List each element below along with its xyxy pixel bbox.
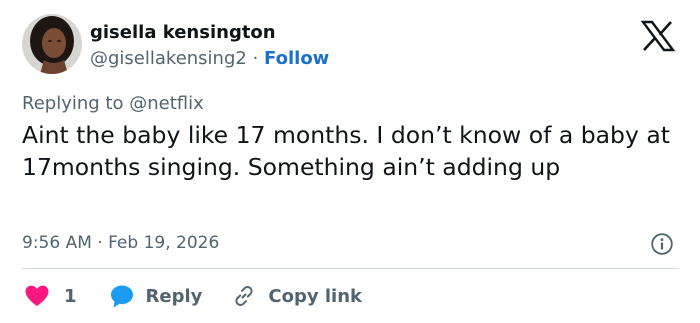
link-icon: [232, 284, 256, 308]
tweet-text: Aint the baby like 17 months. I don’t kn…: [22, 121, 670, 181]
copy-link-button[interactable]: Copy link: [232, 284, 362, 308]
reply-label: Reply: [145, 285, 203, 307]
tweet-embed-card: gisella kensington @gisellakensing2 · Fo…: [0, 0, 700, 323]
like-count: 1: [64, 285, 77, 307]
like-button[interactable]: 1: [22, 284, 77, 308]
reply-mention-link[interactable]: @netflix: [129, 93, 204, 114]
user-display-name[interactable]: gisella kensington: [90, 22, 276, 44]
reply-context: Replying to @netflix: [22, 92, 204, 116]
x-logo-icon[interactable]: [640, 20, 676, 52]
speech-bubble-icon: [109, 283, 135, 309]
follow-button[interactable]: Follow: [264, 48, 329, 69]
reply-context-prefix: Replying to: [22, 93, 124, 114]
copy-link-label: Copy link: [268, 285, 362, 307]
user-handle-row: @gisellakensing2 · Follow: [90, 47, 329, 71]
avatar[interactable]: [22, 14, 82, 74]
info-icon[interactable]: [650, 232, 674, 256]
heart-icon: [24, 284, 50, 308]
tweet-timestamp[interactable]: 9:56 AM · Feb 19, 2026: [22, 231, 219, 255]
divider: [22, 268, 679, 269]
action-bar: 1 Reply Copy link: [22, 281, 362, 311]
reply-button[interactable]: Reply: [109, 283, 203, 309]
user-handle[interactable]: @gisellakensing2: [90, 48, 247, 69]
handle-separator: ·: [252, 48, 259, 69]
